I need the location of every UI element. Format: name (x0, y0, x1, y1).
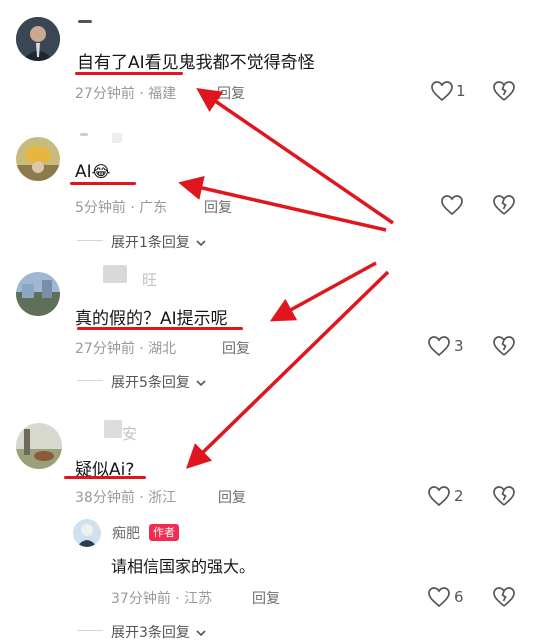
reply-meta: 37分钟前 · 江苏 (111, 591, 213, 607)
reply-text: 请相信国家的强大。 (111, 557, 256, 576)
username-redacted (103, 265, 127, 283)
username-redacted (80, 133, 88, 136)
like-count: 6 (454, 588, 464, 606)
dislike-heart-icon[interactable] (492, 335, 516, 357)
author-badge: 作者 (149, 524, 179, 541)
reply-button[interactable]: 回复 (204, 197, 232, 217)
heart-icon[interactable] (427, 586, 451, 608)
reply-button[interactable]: 回复 (222, 338, 250, 358)
heart-icon[interactable] (440, 194, 464, 216)
avatar-image (73, 519, 101, 547)
expand-replies-button[interactable]: 展开1条回复 (111, 232, 206, 252)
expand-replies-button[interactable]: 展开5条回复 (111, 372, 206, 392)
avatar-image (16, 272, 60, 316)
username-redacted (104, 420, 122, 438)
like-count: 1 (456, 82, 466, 100)
laughing-emoji: 😂 (91, 162, 111, 181)
comment-meta: 5分钟前 · 广东 (75, 200, 168, 216)
avatar-image (16, 137, 60, 181)
username[interactable]: 旺 (142, 269, 157, 290)
avatar-image (16, 423, 62, 469)
avatar[interactable] (16, 17, 60, 61)
heart-icon[interactable] (427, 485, 451, 507)
annotation-underline (77, 327, 243, 330)
arrow-to-comment-4 (185, 270, 390, 469)
reply-button[interactable]: 回复 (218, 487, 246, 507)
comment-text: 自有了AI看见鬼我都不觉得奇怪 (77, 53, 315, 73)
username[interactable]: 安 (122, 423, 137, 444)
comment-meta: 38分钟前 · 浙江 (75, 490, 177, 506)
comment-text: 真的假的？AI提示呢 (75, 309, 228, 329)
reply-button[interactable]: 回复 (252, 588, 280, 608)
expand-replies-button[interactable]: 展开3条回复 (111, 622, 206, 642)
annotation-underline (75, 72, 183, 75)
expand-label: 展开3条回复 (111, 625, 190, 641)
avatar[interactable] (16, 423, 62, 469)
avatar-image (16, 17, 60, 61)
username-redacted (112, 133, 122, 143)
dislike-heart-icon[interactable] (492, 80, 516, 102)
expand-label: 展开1条回复 (111, 235, 190, 251)
chevron-down-icon (196, 630, 206, 637)
annotation-underline (70, 182, 136, 185)
comment-text: AI😂 (75, 162, 110, 182)
heart-icon[interactable] (427, 335, 451, 357)
comment-meta: 27分钟前 · 福建 (75, 86, 177, 102)
like-count: 2 (454, 487, 464, 505)
divider (77, 240, 103, 241)
chevron-down-icon (196, 240, 206, 247)
author-username[interactable]: 痴肥 (112, 523, 140, 543)
divider (77, 380, 103, 381)
reply-button[interactable]: 回复 (217, 83, 245, 103)
expand-label: 展开5条回复 (111, 375, 190, 391)
arrow-to-comment-3 (269, 261, 377, 322)
username-redacted (78, 20, 92, 23)
dislike-heart-icon[interactable] (492, 194, 516, 216)
author-avatar[interactable] (73, 519, 101, 547)
like-count: 3 (454, 337, 464, 355)
heart-icon[interactable] (430, 80, 454, 102)
comment-meta: 27分钟前 · 湖北 (75, 341, 177, 357)
chevron-down-icon (196, 380, 206, 387)
avatar[interactable] (16, 137, 60, 181)
dislike-heart-icon[interactable] (492, 485, 516, 507)
comment-text-content: AI (75, 162, 92, 182)
annotation-underline (64, 476, 146, 479)
dislike-heart-icon[interactable] (492, 586, 516, 608)
divider (77, 630, 103, 631)
avatar[interactable] (16, 272, 60, 316)
